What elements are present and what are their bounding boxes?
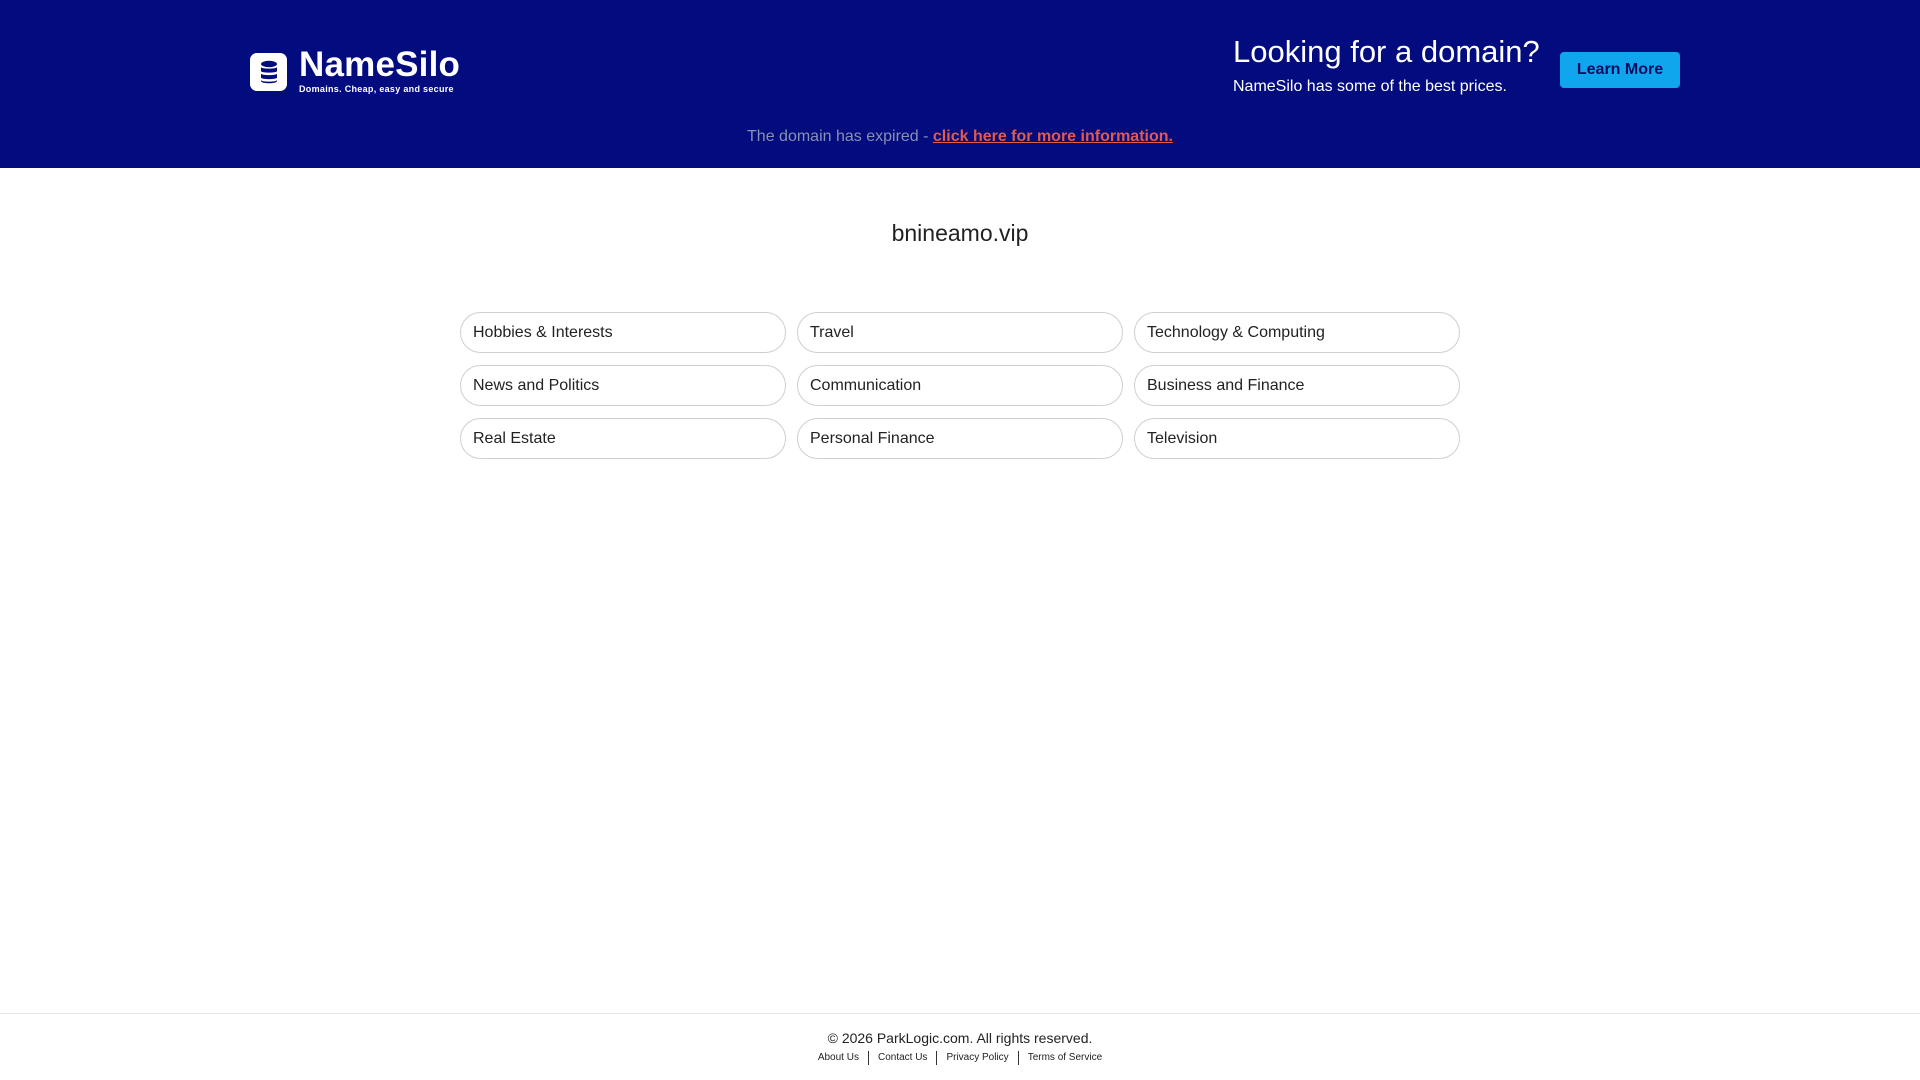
category-link[interactable]: News and Politics [460,365,786,406]
promo-title: Looking for a domain? [1233,34,1540,69]
promo-block: Looking for a domain? NameSilo has some … [1233,32,1540,98]
category-link[interactable]: Business and Finance [1134,365,1460,406]
category-grid: Hobbies & Interests Travel Technology & … [460,312,1460,459]
expired-notice: The domain has expired - click here for … [0,128,1920,146]
parked-domain-page: NameSilo Domains. Cheap, easy and secure… [0,0,1920,1080]
category-link[interactable]: Technology & Computing [1134,312,1460,353]
footer-link-contact-us[interactable]: Contact Us [869,1051,936,1065]
category-link[interactable]: Travel [797,312,1123,353]
expired-text: The domain has expired - [747,128,933,145]
domain-name: bnineamo.vip [891,220,1029,246]
learn-more-button[interactable]: Learn More [1560,52,1680,88]
footer-link-about-us[interactable]: About Us [809,1051,868,1065]
footer-link-privacy-policy[interactable]: Privacy Policy [937,1051,1017,1065]
more-info-link[interactable]: click here for more information. [933,128,1173,145]
database-icon [250,53,287,91]
category-link[interactable]: Real Estate [460,418,786,459]
promo-subtitle: NameSilo has some of the best prices. [1233,78,1507,95]
category-link[interactable]: Hobbies & Interests [460,312,786,353]
namesilo-logo[interactable]: NameSilo Domains. Cheap, easy and secure [250,45,461,95]
footer-link-terms-of-service[interactable]: Terms of Service [1019,1051,1111,1065]
footer-links: About Us Contact Us Privacy Policy Terms… [0,1051,1920,1065]
logo-tagline: Domains. Cheap, easy and secure [299,84,454,94]
category-link[interactable]: Television [1134,418,1460,459]
header-banner: NameSilo Domains. Cheap, easy and secure… [0,0,1920,168]
logo-name: NameSilo [299,45,461,84]
category-link[interactable]: Personal Finance [797,418,1123,459]
footer: © 2026 ParkLogic.com. All rights reserve… [0,1013,1920,1080]
copyright-text: © 2026 ParkLogic.com. All rights reserve… [827,1030,1093,1046]
category-link[interactable]: Communication [797,365,1123,406]
